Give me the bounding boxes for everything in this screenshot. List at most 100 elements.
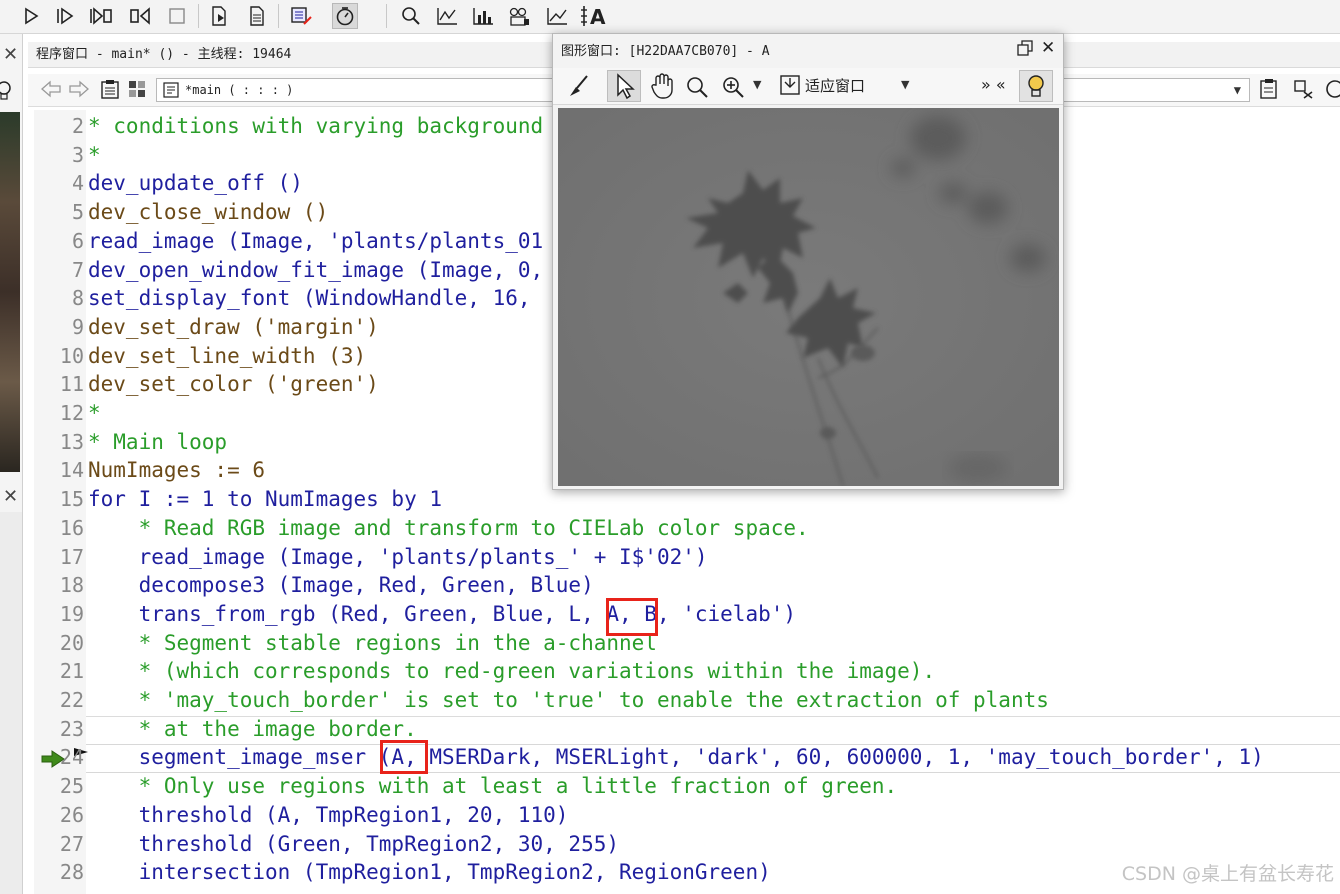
line-number[interactable]: 20 xyxy=(36,629,84,658)
back-arrow-icon[interactable] xyxy=(40,80,62,102)
code-line[interactable]: * xyxy=(88,141,101,170)
line-number[interactable]: 15 xyxy=(36,485,84,514)
line-number[interactable]: 21 xyxy=(36,657,84,686)
code-line[interactable]: read_image (Image, 'plants/plants_01 xyxy=(88,227,543,256)
code-line[interactable]: * Main loop xyxy=(88,428,227,457)
line-number[interactable]: 25 xyxy=(36,772,84,801)
line-number[interactable]: 17 xyxy=(36,543,84,572)
line-number[interactable]: 24 xyxy=(36,743,84,772)
displayed-image-a-channel[interactable] xyxy=(558,108,1059,486)
program-tool-icon[interactable] xyxy=(1258,78,1280,104)
variable-thumbnail[interactable] xyxy=(0,112,20,472)
step-over-icon[interactable] xyxy=(52,3,78,29)
activate-icon[interactable] xyxy=(288,3,314,29)
code-line[interactable]: dev_set_line_width (3) xyxy=(88,342,366,371)
code-line[interactable]: dev_open_window_fit_image (Image, 0, xyxy=(88,256,543,285)
code-line[interactable]: NumImages := 6 xyxy=(88,456,265,485)
highlight-box-a-output xyxy=(606,598,658,636)
code-line[interactable]: dev_set_color ('green') xyxy=(88,370,379,399)
code-line[interactable]: set_display_font (WindowHandle, 16, xyxy=(88,284,531,313)
line-number[interactable]: 13 xyxy=(36,428,84,457)
restore-window-icon[interactable] xyxy=(1017,40,1033,60)
zoom-icon[interactable] xyxy=(398,3,424,29)
code-line[interactable]: threshold (Green, TmpRegion2, 30, 255) xyxy=(88,830,619,859)
profiler-icon[interactable] xyxy=(332,3,358,29)
insert-icon[interactable] xyxy=(206,3,232,29)
code-line[interactable]: * (which corresponds to red-green variat… xyxy=(88,657,936,686)
fit-window-button[interactable]: 适应窗口 xyxy=(779,74,865,96)
chevron-down-icon: ▼ xyxy=(1233,83,1241,97)
code-line[interactable]: read_image (Image, 'plants/plants_' + I$… xyxy=(88,543,708,572)
code-line[interactable]: segment_image_mser (A, MSERDark, MSERLig… xyxy=(88,743,1264,772)
graphics-toolbar: ▼ 适应窗口 ▼ » « xyxy=(553,68,1063,105)
feature-inspect-icon[interactable] xyxy=(544,3,570,29)
close-window-icon[interactable]: ✕ xyxy=(1041,38,1055,58)
zoom-dropdown-icon[interactable]: ▼ xyxy=(753,78,761,91)
line-number[interactable]: 16 xyxy=(36,514,84,543)
line-number[interactable]: 22 xyxy=(36,686,84,715)
step-into-icon[interactable] xyxy=(88,3,114,29)
zoom-in-icon[interactable] xyxy=(721,75,745,103)
fit-dropdown-icon[interactable]: ▼ xyxy=(901,78,909,91)
code-line[interactable]: * Segment stable regions in the a-channe… xyxy=(88,629,657,658)
clipboard-icon[interactable] xyxy=(100,79,120,103)
line-number[interactable]: 26 xyxy=(36,801,84,830)
lightbulb-icon[interactable] xyxy=(0,80,12,106)
line-number[interactable]: 5 xyxy=(36,198,84,227)
pointer-tool[interactable] xyxy=(607,70,641,102)
line-number[interactable]: 19 xyxy=(36,600,84,629)
close-icon[interactable]: ✕ xyxy=(3,44,18,65)
reset-icon[interactable] xyxy=(244,3,270,29)
line-number[interactable]: 23 xyxy=(36,715,84,744)
line-number[interactable]: 10 xyxy=(36,342,84,371)
code-line[interactable]: dev_update_off () xyxy=(88,169,303,198)
line-number[interactable]: 2 xyxy=(36,112,84,141)
code-line[interactable]: * 'may_touch_border' is set to 'true' to… xyxy=(88,686,1049,715)
refresh-icon[interactable] xyxy=(1324,78,1340,104)
line-number[interactable]: 7 xyxy=(36,256,84,285)
code-line[interactable]: threshold (A, TmpRegion1, 20, 110) xyxy=(88,801,569,830)
code-line[interactable]: * conditions with varying background xyxy=(88,112,543,141)
code-line[interactable]: decompose3 (Image, Red, Green, Blue) xyxy=(88,571,594,600)
breakpoint-tool-icon[interactable] xyxy=(1292,78,1314,104)
line-profile-icon[interactable] xyxy=(434,3,460,29)
clear-brush-icon[interactable] xyxy=(567,74,591,102)
code-line[interactable]: dev_set_draw ('margin') xyxy=(88,313,379,342)
stop-icon[interactable] xyxy=(164,3,190,29)
code-line[interactable]: * Only use regions with at least a littl… xyxy=(88,772,898,801)
step-out-icon[interactable] xyxy=(128,3,154,29)
line-number[interactable]: 4 xyxy=(36,169,84,198)
graphics-window[interactable]: 图形窗口: [H22DAA7CB070] - A ✕ ▼ 适应窗口 ▼ » « xyxy=(552,33,1064,490)
hand-pan-icon[interactable] xyxy=(649,73,675,103)
ocr-icon[interactable]: A xyxy=(580,3,606,29)
toolbar-overflow-toggle[interactable]: » « xyxy=(981,75,1006,94)
code-line[interactable]: * at the image border. xyxy=(88,715,417,744)
line-number[interactable]: 3 xyxy=(36,141,84,170)
run-icon[interactable] xyxy=(18,3,44,29)
line-number[interactable]: 6 xyxy=(36,227,84,256)
grid-icon[interactable] xyxy=(128,80,146,102)
code-line[interactable]: * Read RGB image and transform to CIELab… xyxy=(88,514,809,543)
graphics-window-title: 图形窗口: [H22DAA7CB070] - A xyxy=(561,44,770,59)
line-number[interactable]: 9 xyxy=(36,313,84,342)
line-number[interactable]: 12 xyxy=(36,399,84,428)
forward-arrow-icon[interactable] xyxy=(68,80,90,102)
line-number[interactable]: 27 xyxy=(36,830,84,859)
line-number[interactable]: 8 xyxy=(36,284,84,313)
line-number[interactable]: 18 xyxy=(36,571,84,600)
line-number[interactable]: 11 xyxy=(36,370,84,399)
gray-histogram-icon[interactable] xyxy=(506,3,532,29)
main-toolbar: A xyxy=(0,0,1340,34)
code-line[interactable]: dev_close_window () xyxy=(88,198,328,227)
code-line[interactable]: trans_from_rgb (Red, Green, Blue, L, A, … xyxy=(88,600,796,629)
lightbulb-button[interactable] xyxy=(1019,70,1053,102)
line-number[interactable]: 14 xyxy=(36,456,84,485)
code-line[interactable]: * xyxy=(88,399,101,428)
close-icon[interactable]: ✕ xyxy=(3,486,18,507)
histogram-icon[interactable] xyxy=(470,3,496,29)
code-line[interactable]: intersection (TmpRegion1, TmpRegion2, Re… xyxy=(88,858,771,887)
zoom-tool-icon[interactable] xyxy=(685,75,709,103)
line-number[interactable]: 28 xyxy=(36,858,84,887)
lightbulb-icon xyxy=(1028,75,1044,97)
code-line[interactable]: for I := 1 to NumImages by 1 xyxy=(88,485,442,514)
